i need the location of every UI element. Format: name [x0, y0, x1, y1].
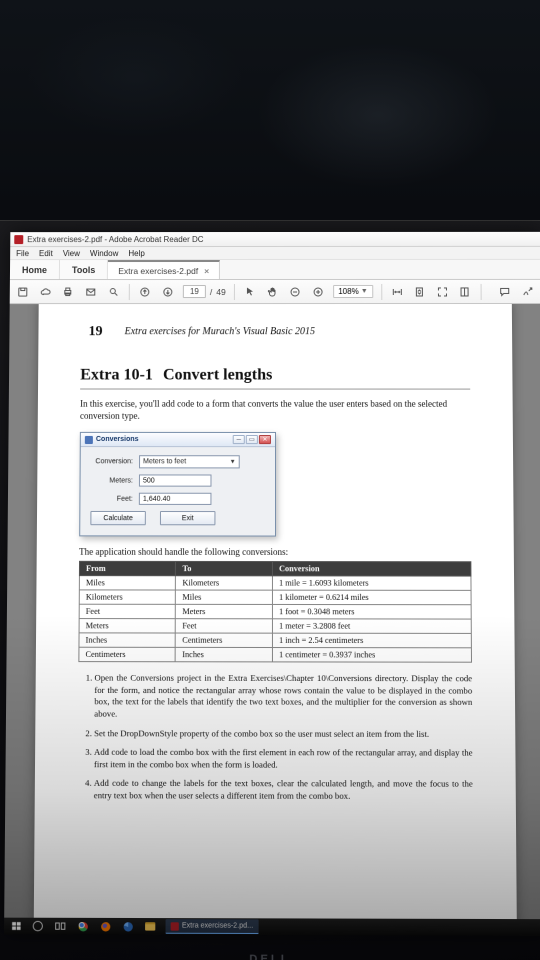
combo-conversion: Meters to feet ▼ [139, 455, 240, 468]
table-row: MetersFeet1 meter = 3.2808 feet [79, 619, 471, 634]
form-caption: Conversions [96, 436, 230, 443]
page-total: 49 [216, 287, 226, 297]
comment-icon[interactable] [497, 283, 512, 299]
cloud-icon[interactable] [38, 284, 53, 300]
menu-file[interactable]: File [16, 249, 29, 258]
document-canvas[interactable]: 19 Extra exercises for Murach's Visual B… [4, 304, 540, 919]
menu-window[interactable]: Window [90, 249, 118, 258]
taskbar-running-label: Extra exercises-2.pd... [182, 922, 253, 930]
sample-form: Conversions ─ ▭ ✕ Conversion: Meters to … [79, 432, 276, 537]
start-button[interactable] [10, 920, 22, 933]
tab-close-icon[interactable]: × [204, 265, 209, 275]
toolbar-separator [480, 283, 481, 299]
acrobat-icon [14, 235, 23, 244]
exercise-title-line: Extra exercises for Murach's Visual Basi… [125, 326, 315, 337]
tab-tools[interactable]: Tools [60, 260, 108, 279]
monitor-brand: DELL [249, 953, 290, 960]
subheading: The application should handle the follow… [79, 547, 471, 558]
firefox-icon[interactable] [98, 919, 112, 934]
button-calculate: Calculate [90, 511, 146, 525]
zoom-out-icon[interactable] [288, 283, 303, 299]
table-row: KilometersMiles1 kilometer = 0.6214 mile… [79, 590, 471, 605]
form-app-icon [85, 436, 93, 444]
acrobat-title-bar: Extra exercises-2.pdf - Adobe Acrobat Re… [10, 232, 540, 247]
page-indicator: 19 / 49 [183, 285, 226, 298]
form-titlebar: Conversions ─ ▭ ✕ [81, 433, 275, 447]
list-item: Set the DropDownStyle property of the co… [94, 728, 472, 741]
tab-row: Home Tools Extra exercises-2.pdf × [10, 260, 540, 280]
menu-edit[interactable]: Edit [39, 249, 53, 258]
th-from: From [79, 562, 176, 576]
read-mode-icon[interactable] [458, 283, 473, 299]
label-input: Meters: [91, 477, 133, 484]
list-item: Add code to change the labels for the te… [94, 778, 473, 803]
heading-code: Extra 10-1 [80, 366, 153, 384]
toolbar-separator [381, 283, 382, 299]
edge-icon[interactable] [121, 919, 135, 934]
menu-help[interactable]: Help [128, 249, 144, 258]
textbox-output: 1,640.40 [139, 493, 212, 505]
table-row: MilesKilometers1 mile = 1.6093 kilometer… [79, 576, 471, 591]
taskbar-running-acrobat[interactable]: Extra exercises-2.pd... [166, 919, 259, 934]
sign-icon[interactable] [520, 283, 535, 299]
table-row: InchesCentimeters1 inch = 2.54 centimete… [79, 633, 471, 648]
pdf-page: 19 Extra exercises for Murach's Visual B… [33, 304, 518, 919]
acrobat-toolbar: 19 / 49 108% ▼ [10, 280, 540, 304]
toolbar-separator [129, 284, 130, 300]
fullscreen-icon[interactable] [435, 283, 450, 299]
tab-document-label: Extra exercises-2.pdf [118, 266, 198, 276]
print-icon[interactable] [61, 284, 76, 300]
pointer-icon[interactable] [243, 283, 258, 299]
menu-bar: File Edit View Window Help [10, 247, 540, 260]
save-icon[interactable] [16, 284, 31, 300]
close-icon: ✕ [259, 435, 271, 444]
tab-document[interactable]: Extra exercises-2.pdf × [108, 260, 220, 279]
list-item: Add code to load the combo box with the … [94, 747, 473, 772]
minimize-icon: ─ [233, 435, 245, 444]
conversion-table: From To Conversion MilesKilometers1 mile… [78, 561, 472, 663]
windows-taskbar: Extra exercises-2.pd... [4, 918, 540, 936]
taskview-icon[interactable] [53, 920, 67, 933]
label-output: Feet: [90, 495, 132, 502]
heading-rule [80, 388, 470, 389]
page-sep: / [210, 287, 212, 297]
search-icon[interactable] [106, 284, 121, 300]
fit-page-icon[interactable] [412, 283, 427, 299]
file-explorer-icon[interactable] [143, 919, 157, 934]
th-to: To [176, 562, 273, 576]
zoom-in-icon[interactable] [311, 283, 326, 299]
table-row: CentimetersInches1 centimeter = 0.3937 i… [79, 648, 472, 663]
acrobat-icon [171, 922, 179, 930]
page-up-icon[interactable] [138, 284, 153, 300]
chrome-icon[interactable] [76, 919, 90, 934]
chevron-down-icon: ▼ [361, 288, 368, 295]
toolbar-separator [234, 284, 235, 300]
page-down-icon[interactable] [160, 284, 175, 300]
zoom-combo[interactable]: 108% ▼ [333, 285, 373, 298]
tab-home[interactable]: Home [10, 260, 60, 279]
steps-list: Open the Conversions project in the Extr… [77, 673, 473, 803]
hand-icon[interactable] [265, 283, 280, 299]
cortana-icon[interactable] [31, 920, 45, 933]
maximize-icon: ▭ [246, 435, 258, 444]
fit-width-icon[interactable] [390, 283, 405, 299]
page-current-input[interactable]: 19 [183, 285, 206, 298]
exercise-number: 19 [88, 324, 102, 340]
mail-icon[interactable] [84, 284, 99, 300]
list-item: Open the Conversions project in the Extr… [94, 673, 472, 721]
label-conversion: Conversion: [91, 458, 133, 465]
menu-view[interactable]: View [63, 249, 80, 258]
monitor-screen: Extra exercises-2.pdf - Adobe Acrobat Re… [4, 232, 540, 936]
chevron-down-icon: ▼ [230, 459, 236, 465]
heading-text: Convert lengths [163, 366, 272, 384]
intro-paragraph: In this exercise, you'll add code to a f… [80, 398, 470, 423]
zoom-value: 108% [338, 287, 359, 296]
window-title: Extra exercises-2.pdf - Adobe Acrobat Re… [27, 235, 203, 244]
textbox-input: 500 [139, 475, 212, 487]
button-exit: Exit [160, 511, 216, 525]
table-row: FeetMeters1 foot = 0.3048 meters [79, 605, 471, 620]
th-conversion: Conversion [272, 562, 471, 577]
